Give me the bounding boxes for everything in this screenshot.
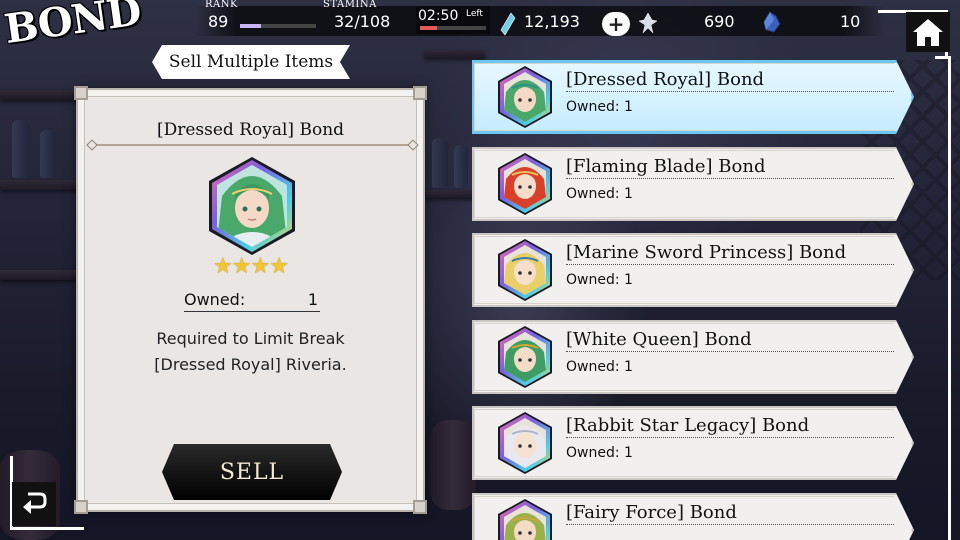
list-item[interactable]: [Marine Sword Princess] Bond Owned: 1 <box>472 233 914 307</box>
item-owned: Owned: 1 <box>566 445 633 461</box>
panel-corner <box>74 86 88 100</box>
detail-title: [Dressed Royal] Bond <box>156 120 345 140</box>
stamina-label: STAMINA <box>323 0 377 10</box>
currency-3-value: 10 <box>840 12 861 31</box>
item-name: [Marine Sword Princess] Bond <box>566 242 894 265</box>
owned-label: Owned: <box>184 290 246 309</box>
rarity-stars: ★★★★ <box>213 254 289 279</box>
character-portrait-icon <box>498 153 552 215</box>
list-item[interactable]: [Fairy Force] Bond <box>472 493 914 540</box>
character-portrait-icon <box>498 499 552 540</box>
rank-label: RANK <box>205 0 238 10</box>
item-name: [Dressed Royal] Bond <box>566 69 894 92</box>
leaf-gem-icon <box>638 12 658 38</box>
panel-corner <box>413 500 427 514</box>
item-owned: Owned: 1 <box>566 359 633 375</box>
detail-portrait-icon <box>208 156 296 256</box>
home-button[interactable] <box>906 12 950 52</box>
detail-owned: Owned: 1 <box>184 290 320 312</box>
panel-corner <box>413 86 427 100</box>
description-line: [Dressed Royal] Riveria. <box>154 355 347 374</box>
character-portrait-icon <box>498 239 552 301</box>
timer-progress-bar <box>420 26 486 30</box>
timer-suffix: Left <box>466 9 483 19</box>
back-arrow-icon <box>23 492 47 514</box>
crystal-icon <box>500 12 516 40</box>
item-name: [White Queen] Bond <box>566 329 894 352</box>
title-divider <box>90 144 415 146</box>
add-currency-button[interactable]: + <box>602 12 630 36</box>
item-name: [Fairy Force] Bond <box>566 502 894 525</box>
list-item[interactable]: [Dressed Royal] Bond Owned: 1 <box>472 60 914 134</box>
description-line: Required to Limit Break <box>156 329 345 348</box>
plus-icon: + <box>607 12 625 36</box>
rank-progress-fill <box>240 24 262 28</box>
stamina-value: 32/108 <box>334 12 391 31</box>
back-button[interactable] <box>12 482 56 526</box>
blue-crystal-icon <box>762 10 782 38</box>
list-frame <box>935 56 951 540</box>
rank-value: 89 <box>208 12 229 31</box>
currency-1-value: 12,193 <box>524 12 580 31</box>
timer-value: 02:50 <box>418 8 459 24</box>
item-detail-panel: [Dressed Royal] Bond ★★★★ Owned: 1 Requi… <box>74 86 427 514</box>
item-name: [Rabbit Star Legacy] Bond <box>566 415 894 438</box>
item-owned: Owned: 1 <box>566 186 633 202</box>
owned-value: 1 <box>307 290 318 309</box>
timer-progress-fill <box>420 26 437 30</box>
item-owned: Owned: 1 <box>566 99 633 115</box>
stamina-timer: 02:50 Left <box>416 6 490 34</box>
list-item[interactable]: [Rabbit Star Legacy] Bond Owned: 1 <box>472 406 914 480</box>
character-portrait-icon <box>498 412 552 474</box>
currency-2-value: 690 <box>704 12 735 31</box>
item-name: [Flaming Blade] Bond <box>566 156 894 179</box>
detail-description: Required to Limit Break [Dressed Royal] … <box>78 326 423 378</box>
list-item[interactable]: [Flaming Blade] Bond Owned: 1 <box>472 147 914 221</box>
rank-progress-bar <box>240 24 316 28</box>
sell-multiple-items-tab[interactable]: Sell Multiple Items <box>152 45 350 79</box>
character-portrait-icon <box>498 66 552 128</box>
sell-button[interactable]: SELL <box>162 444 342 500</box>
list-item[interactable]: [White Queen] Bond Owned: 1 <box>472 320 914 394</box>
home-icon <box>913 19 943 46</box>
character-portrait-icon <box>498 326 552 388</box>
item-owned: Owned: 1 <box>566 272 633 288</box>
